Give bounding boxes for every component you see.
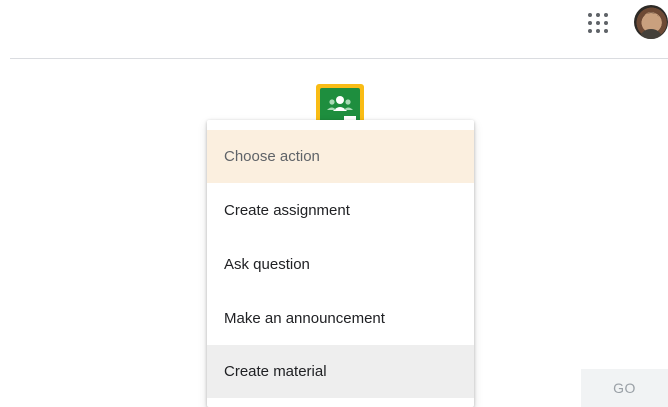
apps-dot xyxy=(596,13,600,17)
apps-dot xyxy=(588,13,592,17)
menu-item-create-material[interactable]: Create material xyxy=(207,345,474,398)
apps-dot xyxy=(604,29,608,33)
apps-dot xyxy=(596,29,600,33)
menu-item-create-assignment[interactable]: Create assignment xyxy=(207,184,474,237)
go-button[interactable]: GO xyxy=(581,369,668,407)
apps-dot xyxy=(604,21,608,25)
menu-item-ask-question[interactable]: Ask question xyxy=(207,238,474,291)
menu-header-choose-action: Choose action xyxy=(207,130,474,183)
apps-dot xyxy=(588,21,592,25)
avatar-face-icon xyxy=(639,12,663,39)
classroom-board xyxy=(320,88,360,124)
apps-dot xyxy=(604,13,608,17)
top-bar xyxy=(0,0,668,58)
apps-dot xyxy=(588,29,592,33)
choose-action-menu[interactable]: Choose action Create assignment Ask ques… xyxy=(207,120,474,407)
user-avatar[interactable] xyxy=(634,5,668,39)
menu-item-make-announcement[interactable]: Make an announcement xyxy=(207,292,474,345)
header-divider xyxy=(10,58,668,59)
apps-dot xyxy=(596,21,600,25)
apps-grid-icon[interactable] xyxy=(587,12,609,34)
classroom-people-icon xyxy=(327,96,356,120)
